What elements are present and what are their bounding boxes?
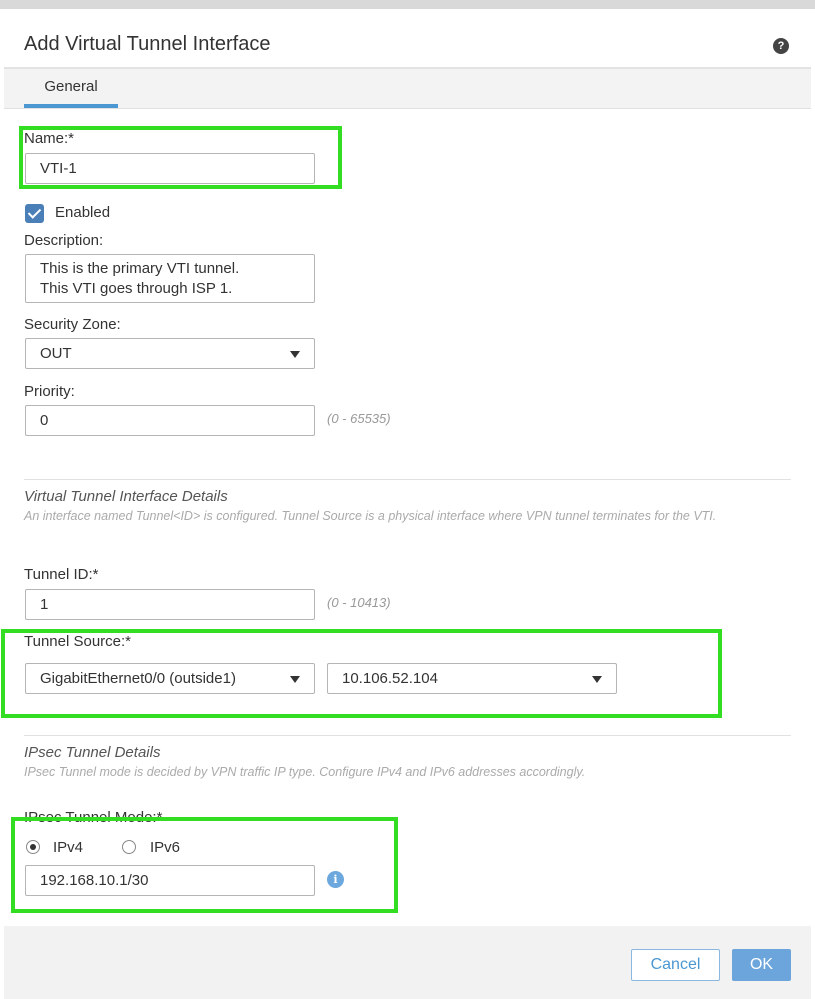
ipsec-details-description: IPsec Tunnel mode is decided by VPN traf… xyxy=(24,765,586,779)
dialog-footer: Cancel OK xyxy=(4,926,811,999)
cancel-button[interactable]: Cancel xyxy=(631,949,720,981)
tunnel-source-highlight-box xyxy=(1,629,722,718)
enabled-label: Enabled xyxy=(55,204,111,221)
enabled-checkbox[interactable] xyxy=(25,204,44,223)
priority-range-hint: (0 - 65535) xyxy=(327,411,391,426)
tab-general[interactable]: General xyxy=(24,69,118,108)
dialog-title: Add Virtual Tunnel Interface xyxy=(24,33,271,55)
section-divider xyxy=(24,479,791,480)
tunnel-id-range-hint: (0 - 10413) xyxy=(327,595,391,610)
tunnel-id-input[interactable]: 1 xyxy=(25,589,315,620)
name-highlight-box xyxy=(19,126,342,189)
ipsec-mode-highlight-box xyxy=(11,817,398,913)
description-label: Description: xyxy=(24,232,104,249)
security-zone-label: Security Zone: xyxy=(24,316,121,333)
ok-button[interactable]: OK xyxy=(732,949,791,981)
security-zone-select[interactable]: OUT xyxy=(25,338,315,369)
description-line-1: This is the primary VTI tunnel. xyxy=(40,260,240,277)
security-zone-value: OUT xyxy=(40,345,72,362)
background-window-strip xyxy=(0,0,815,9)
add-vti-dialog: Add Virtual Tunnel Interface ? General N… xyxy=(1,9,811,999)
tunnel-id-label: Tunnel ID:* xyxy=(24,566,99,583)
tab-general-underline xyxy=(24,104,118,108)
priority-label: Priority: xyxy=(24,383,75,400)
description-textarea[interactable]: This is the primary VTI tunnel. This VTI… xyxy=(25,254,315,303)
tab-bar: General xyxy=(4,69,811,109)
vti-details-description: An interface named Tunnel<ID> is configu… xyxy=(24,509,717,523)
chevron-down-icon xyxy=(290,351,300,358)
description-line-2: This VTI goes through ISP 1. xyxy=(40,280,233,297)
ipsec-details-title: IPsec Tunnel Details xyxy=(24,744,161,761)
priority-input[interactable]: 0 xyxy=(25,405,315,436)
help-icon[interactable]: ? xyxy=(773,38,789,54)
section-divider xyxy=(24,735,791,736)
vti-details-title: Virtual Tunnel Interface Details xyxy=(24,488,228,505)
